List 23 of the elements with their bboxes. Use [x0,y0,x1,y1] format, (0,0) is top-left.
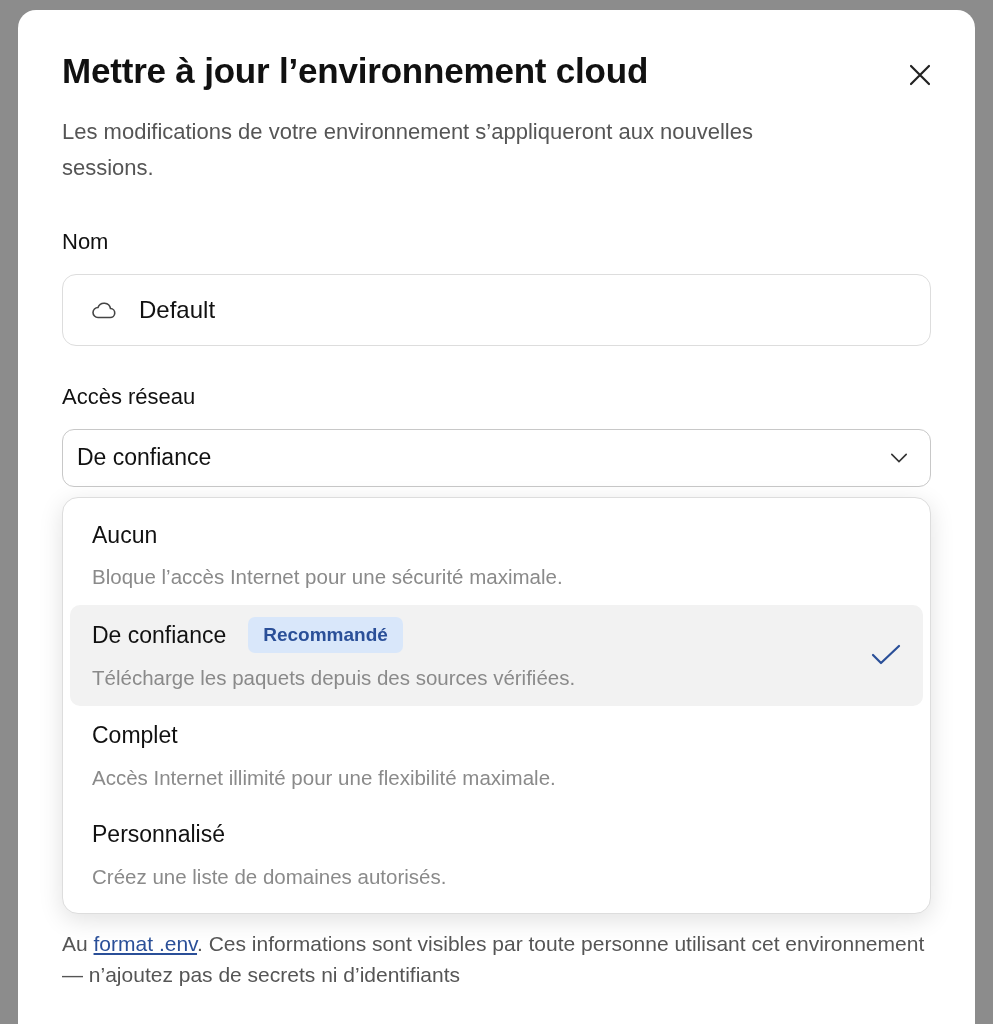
dialog-title: Mettre à jour l’environnement cloud [62,50,649,92]
help-text: Au format .env. Ces informations sont visibles par toute personne utilisant cet environnement — n’ajoutez pas de secrets ni d’identifiants [62,930,926,989]
option-description: Créez une liste de domaines autorisés. [92,863,447,890]
network-select[interactable]: De confiance [62,428,931,487]
dropdown-option[interactable]: Personnalisé Créez une liste de domaines autorisés. [70,805,923,905]
field-label: Accès réseau [62,382,197,411]
recommended-tag: Recommandé [248,616,403,654]
option-name: Personnalisé [92,820,225,850]
option-name: De confiance [92,620,227,650]
format-link[interactable]: format .env [93,931,197,955]
option-name: Complet [92,721,178,751]
dialog-description: Les modifications de votre environnement s’appliqueront aux nouvelles sessions. [62,118,754,183]
dropdown-option[interactable]: Complet Accès Internet illimité pour une flexibilité maximale. [70,706,923,806]
option-name: Aucun [92,520,158,550]
dropdown-option[interactable]: Aucun Bloque l’accès Internet pour une sécurité maximale. [70,505,923,605]
cloud-icon [91,300,117,319]
option-description: Télécharge les paquets depuis des sources vérifiées. [92,665,576,692]
check-icon [871,644,901,667]
option-description: Bloque l’accès Internet pour une sécurité maximale. [92,564,563,591]
field-label: Nom [62,227,110,256]
dropdown-option[interactable]: De confiance Recommandé Télécharge les paquets depuis des sources vérifiées. [70,604,923,707]
name-field[interactable]: Default [62,273,931,346]
option-description: Accès Internet illimité pour une flexibilité maximale. [92,764,556,791]
